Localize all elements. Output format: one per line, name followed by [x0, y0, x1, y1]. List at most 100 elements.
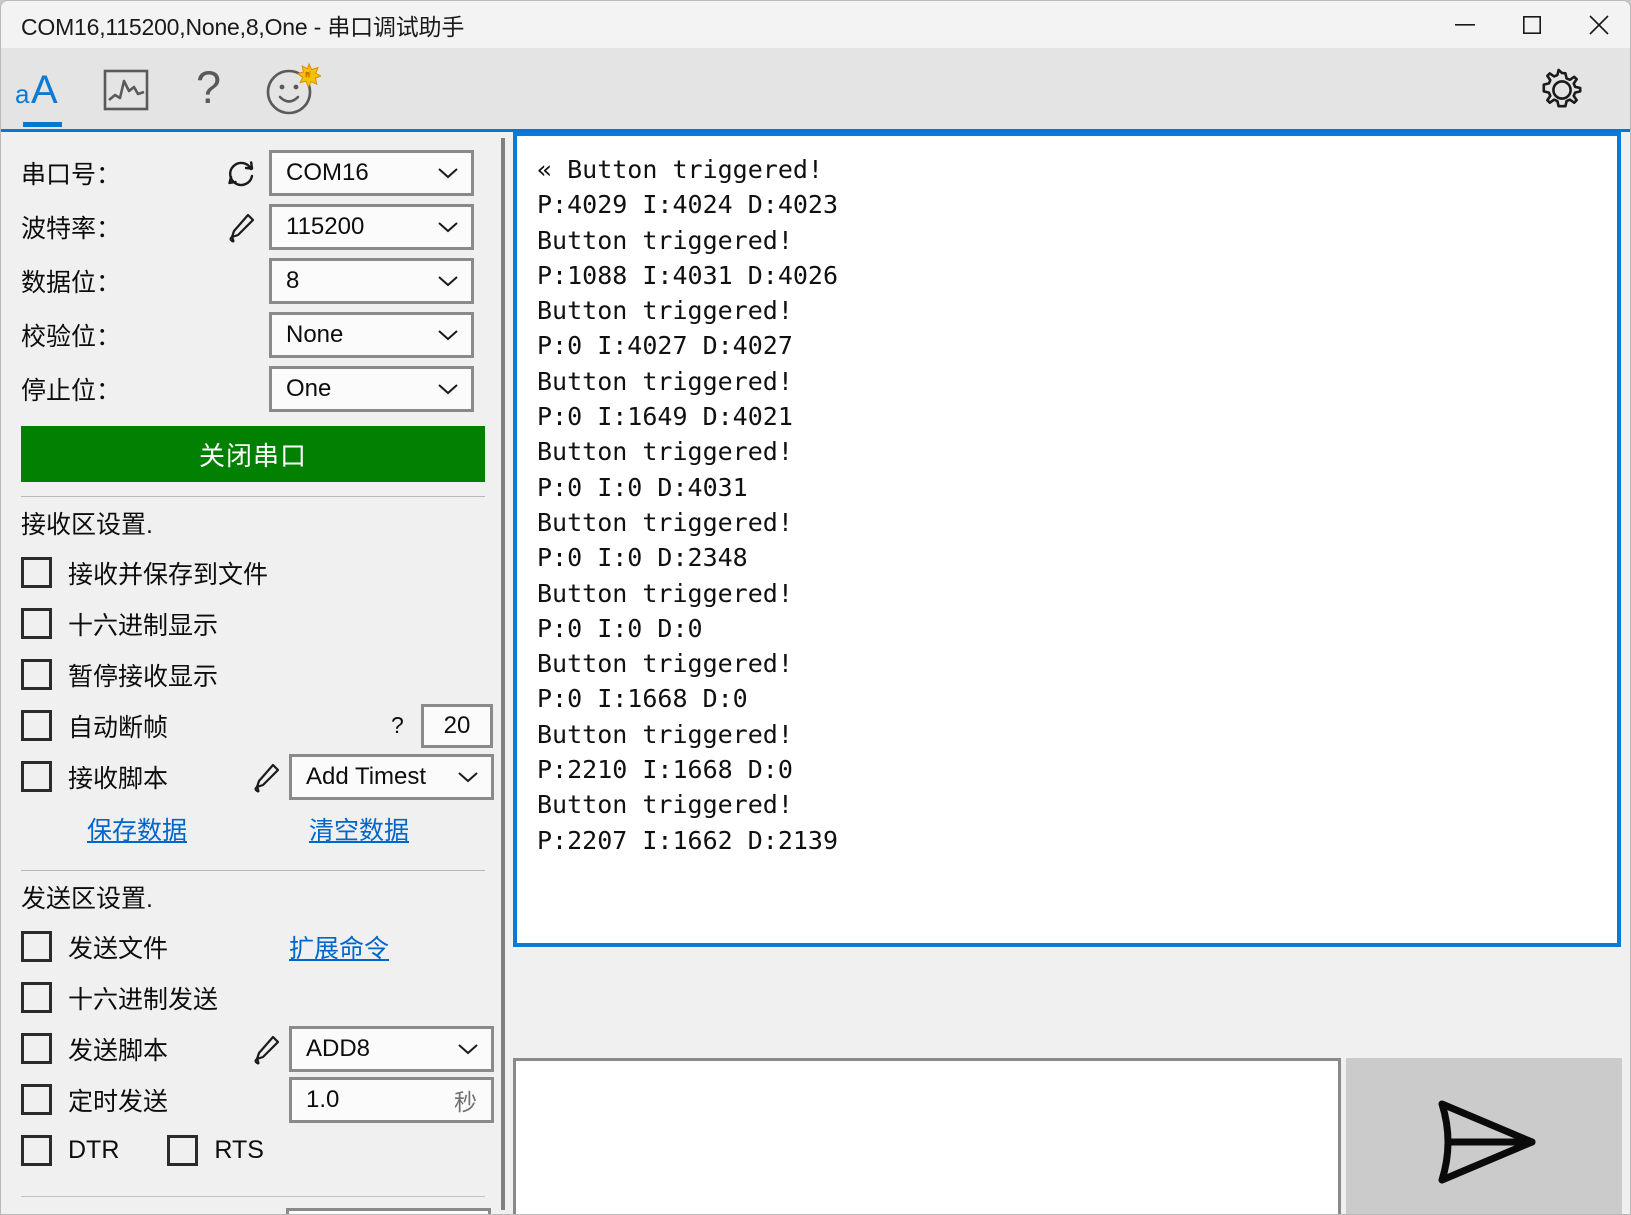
checkbox-box[interactable] [21, 557, 52, 588]
close-button[interactable] [1565, 1, 1630, 48]
checkbox-label: 发送脚本 [68, 1036, 169, 1065]
checkbox-label: 十六进制发送 [68, 985, 219, 1014]
checkbox-send-file[interactable]: 发送文件 扩展命令 [21, 921, 484, 972]
databits-value: 8 [286, 267, 300, 294]
label-baud: 波特率： [21, 215, 122, 243]
checkbox-auto-frame-break[interactable]: 自动断帧 ? 20 [21, 700, 493, 751]
chevron-down-icon [437, 220, 459, 234]
send-settings-title: 发送区设置. [21, 885, 153, 913]
stopbits-select[interactable]: One [269, 366, 474, 412]
checkbox-box[interactable] [21, 1084, 52, 1115]
config-row-baud: 波特率： 115200 [21, 200, 484, 254]
waveform-chart-icon[interactable] [84, 48, 167, 131]
checkbox-save-to-file[interactable]: 接收并保存到文件 [21, 547, 484, 598]
send-input[interactable] [516, 1061, 1338, 1214]
pencil-icon[interactable] [249, 760, 283, 794]
receive-script-select[interactable]: Add Timest [289, 753, 494, 800]
checkbox-label: 十六进制显示 [68, 611, 219, 640]
interval-unit: 秒 [454, 1088, 477, 1115]
label-stopbits: 停止位： [21, 377, 122, 405]
divider [21, 870, 485, 871]
checkbox-dtr-box[interactable] [21, 1135, 52, 1166]
chevron-down-icon [457, 770, 479, 784]
minimize-button[interactable] [1431, 1, 1498, 48]
chevron-down-icon [437, 382, 459, 396]
timed-send-interval-input[interactable]: 1.0 秒 [289, 1076, 494, 1123]
checkbox-box[interactable] [21, 1033, 52, 1064]
window-controls [1431, 1, 1630, 48]
send-button[interactable] [1346, 1058, 1622, 1214]
checkbox-hex-send[interactable]: 十六进制发送 [21, 972, 484, 1023]
checkbox-box[interactable] [21, 931, 52, 962]
config-row-stopbits: 停止位： One [21, 362, 484, 416]
tab-font-size[interactable]: a A [1, 48, 84, 131]
send-script-value: ADD8 [306, 1034, 371, 1062]
settings-button[interactable] [1536, 48, 1588, 131]
auto-frame-timeout-input[interactable]: 20 [421, 703, 493, 748]
chevron-down-icon [457, 1042, 479, 1056]
baud-value: 115200 [286, 213, 365, 240]
checkbox-pause-display[interactable]: 暂停接收显示 [21, 649, 484, 700]
receive-links: 保存数据 清空数据 [21, 802, 484, 856]
partially-visible-control[interactable] [286, 1208, 491, 1214]
dtr-label: DTR [68, 1136, 120, 1164]
clear-data-link[interactable]: 清空数据 [309, 811, 409, 847]
checkbox-label: 暂停接收显示 [68, 662, 219, 691]
send-icon [1438, 1100, 1536, 1184]
chevron-down-icon [437, 274, 459, 288]
chevron-down-icon [437, 166, 459, 180]
save-data-link[interactable]: 保存数据 [87, 811, 187, 847]
pencil-icon[interactable] [249, 1032, 283, 1066]
auto-frame-help-icon[interactable]: ? [391, 712, 404, 739]
send-input-box[interactable] [513, 1058, 1341, 1214]
receive-settings-title: 接收区设置. [21, 511, 153, 539]
smiley-feedback-icon[interactable]: 新 [250, 48, 333, 131]
sidebar-splitter[interactable] [501, 138, 505, 1210]
divider [21, 1196, 485, 1197]
config-row-parity: 校验位： None [21, 308, 484, 362]
checkbox-label: 接收脚本 [68, 764, 169, 793]
title-bar: COM16,115200,None,8,One - 串口调试助手 [1, 1, 1630, 48]
label-databits: 数据位： [21, 269, 122, 297]
toolbar: a A ? 新 [1, 48, 1630, 131]
checkbox-label: 接收并保存到文件 [68, 560, 269, 589]
parity-select[interactable]: None [269, 312, 474, 358]
receive-pane[interactable]: « Button triggered! P:4029 I:4024 D:4023… [513, 132, 1621, 947]
label-parity: 校验位： [21, 323, 122, 351]
maximize-button[interactable] [1498, 1, 1565, 48]
help-icon[interactable]: ? [167, 48, 250, 131]
port-select[interactable]: COM16 [269, 150, 474, 196]
checkbox-box[interactable] [21, 982, 52, 1013]
checkbox-receive-script[interactable]: 接收脚本 Add Timest [21, 751, 494, 802]
refresh-icon[interactable] [213, 156, 269, 190]
checkbox-box[interactable] [21, 710, 52, 741]
main-body: 串口号： COM16 波特率： 115200 数据位： 8 校验位： None … [1, 132, 1630, 1214]
interval-value: 1.0 [306, 1085, 340, 1113]
label-port: 串口号： [21, 161, 122, 189]
app-window: COM16,115200,None,8,One - 串口调试助手 a A ? 新… [0, 0, 1631, 1215]
checkbox-send-script[interactable]: 发送脚本 ADD8 [21, 1023, 494, 1074]
databits-select[interactable]: 8 [269, 258, 474, 304]
svg-text:A: A [31, 69, 58, 111]
checkbox-box[interactable] [21, 659, 52, 690]
checkbox-box[interactable] [21, 608, 52, 639]
config-row-port: 串口号： COM16 [21, 146, 484, 200]
checkbox-rts-box[interactable] [167, 1135, 199, 1166]
checkbox-timed-send[interactable]: 定时发送 1.0 秒 [21, 1074, 494, 1125]
extended-command-link[interactable]: 扩展命令 [289, 929, 389, 965]
svg-text:a: a [15, 79, 30, 109]
svg-text:新: 新 [305, 71, 311, 79]
chevron-down-icon [437, 328, 459, 342]
window-title: COM16,115200,None,8,One - 串口调试助手 [21, 13, 465, 40]
parity-value: None [286, 321, 344, 348]
checkbox-box[interactable] [21, 761, 52, 792]
close-port-button[interactable]: 关闭串口 [21, 426, 485, 482]
baud-select[interactable]: 115200 [269, 204, 474, 250]
pencil-icon[interactable] [213, 210, 269, 244]
port-value: COM16 [286, 159, 369, 186]
checkbox-label: 定时发送 [68, 1087, 169, 1116]
flow-control-row: DTR RTS [21, 1125, 484, 1176]
send-script-select[interactable]: ADD8 [289, 1025, 494, 1072]
sidebar: 串口号： COM16 波特率： 115200 数据位： 8 校验位： None … [1, 132, 498, 1214]
checkbox-hex-display[interactable]: 十六进制显示 [21, 598, 484, 649]
